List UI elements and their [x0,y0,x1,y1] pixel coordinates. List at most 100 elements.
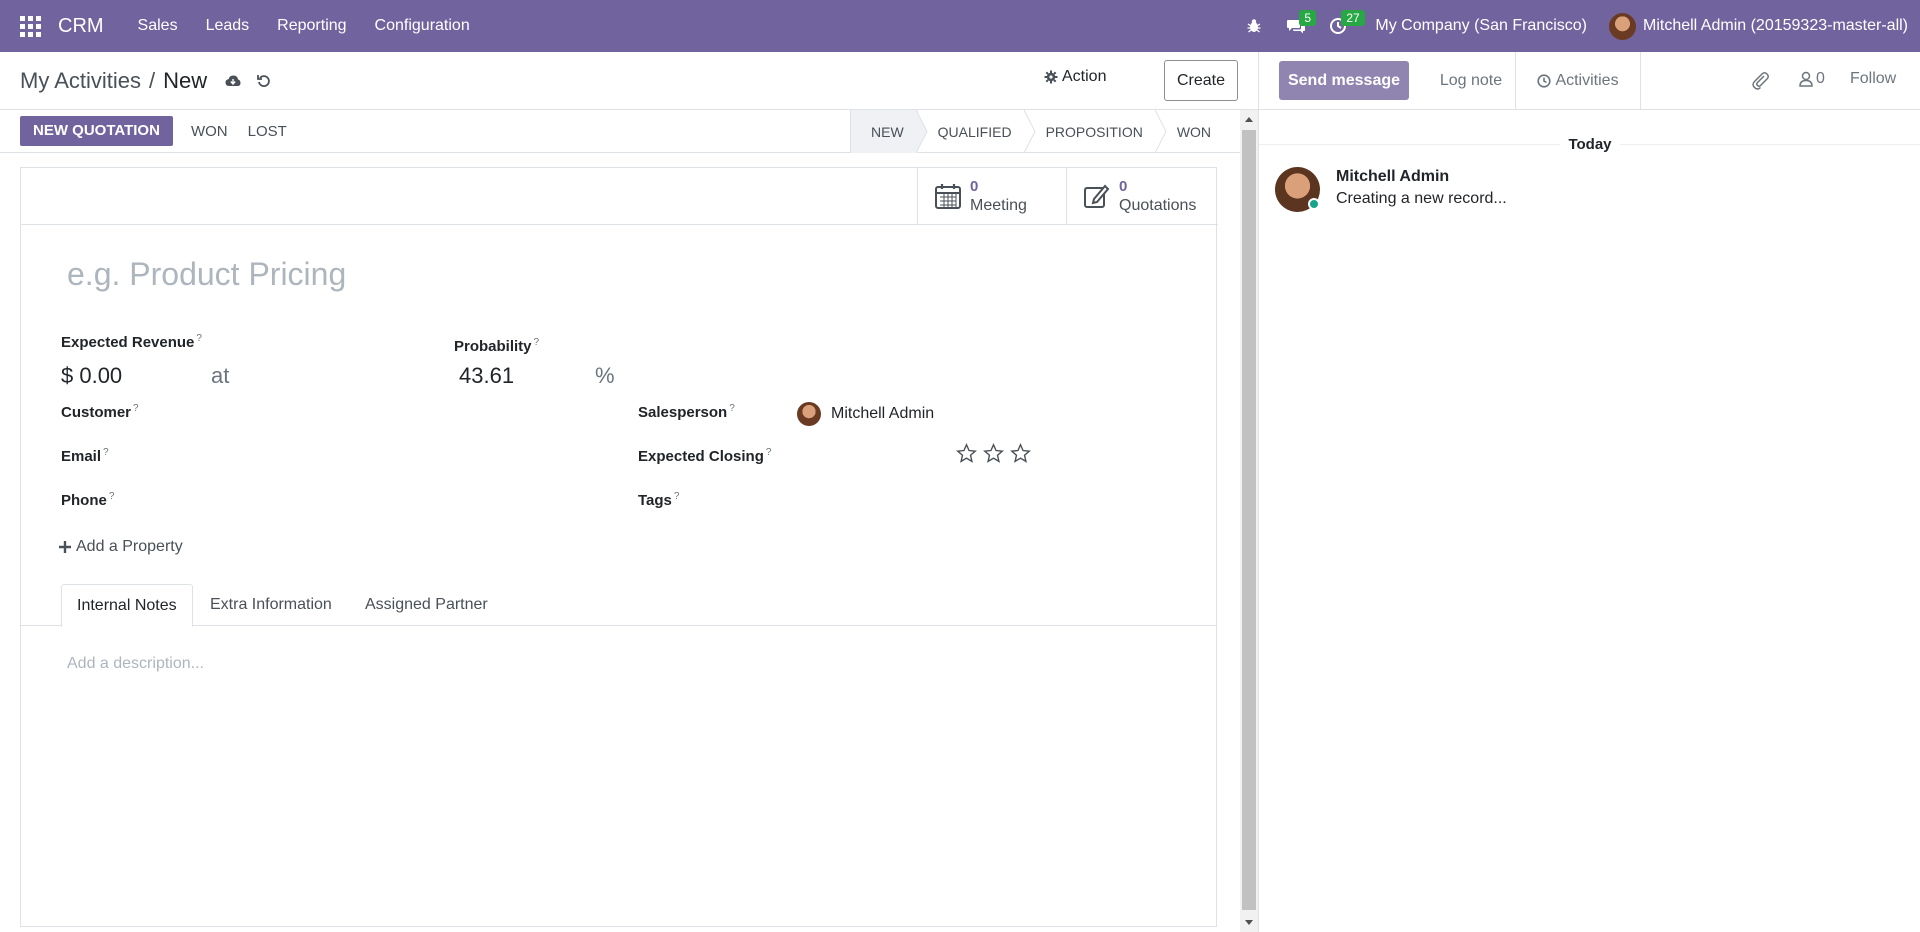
quotations-count: 0 [1119,178,1128,195]
clock-icon [1537,74,1552,88]
user-avatar [1609,12,1636,40]
breadcrumb-current: New [163,67,208,93]
email-label: Email? [61,447,109,465]
user-icon [1799,71,1813,87]
action-label: Action [1062,68,1107,85]
quotations-smart-button[interactable]: 0 Quotations [1067,168,1216,224]
debug-icon[interactable] [1233,0,1275,52]
top-navbar: CRM Sales Leads Reporting Configuration … [0,0,1920,52]
plus-icon [59,541,71,553]
form-scrollbar[interactable] [1240,110,1258,932]
lost-button[interactable]: LOST [246,123,289,140]
chatter-topbar: Send message Log note Activities 0 Follo… [1259,52,1920,110]
probability-input[interactable]: 43.61 [459,363,514,389]
stage-new-label: NEW [871,123,904,140]
salesperson-label: Salesperson? [638,403,735,421]
navbar-systray: 5 27 My Company (San Francisco) Mitchell… [1233,0,1920,52]
messages-icon[interactable]: 5 [1275,0,1317,52]
gear-icon [1044,70,1058,84]
scroll-down-icon[interactable] [1240,914,1258,932]
discard-undo-icon[interactable] [257,74,271,88]
smart-button-box: 0 Meeting 0 Quotations [917,168,1216,224]
online-status-icon [1308,198,1320,210]
expected-revenue-input[interactable]: $ 0.00 [61,363,122,389]
messages-badge: 5 [1299,10,1317,26]
probability-label: Probability? [454,337,540,355]
user-name: Mitchell Admin (20159323-master-all) [1643,17,1908,34]
message-author-avatar[interactable] [1275,167,1320,212]
breadcrumb-separator: / [149,67,156,93]
scroll-thumb[interactable] [1242,130,1256,910]
quotations-label: Quotations [1119,197,1197,214]
customer-label: Customer? [61,403,139,421]
description-input[interactable]: Add a description... [67,655,204,673]
tags-label: Tags? [638,491,680,509]
activities-clock-icon[interactable]: 27 [1317,0,1365,52]
stage-qualified-label: QUALIFIED [937,123,1012,140]
stage-qualified[interactable]: QUALIFIED [918,110,1036,153]
breadcrumb: My Activities / New [20,68,271,94]
menu-sales[interactable]: Sales [124,0,192,52]
control-panel: My Activities / New Action Create [0,52,1258,110]
scroll-up-icon[interactable] [1240,110,1258,128]
salesperson-avatar [797,402,821,426]
stage-proposition[interactable]: PROPOSITION [1026,110,1167,153]
salesperson-field[interactable]: Mitchell Admin [797,402,934,426]
phone-label: Phone? [61,491,115,509]
menu-configuration[interactable]: Configuration [361,0,484,52]
send-message-button[interactable]: Send message [1279,61,1409,100]
tab-extra-information[interactable]: Extra Information [195,584,347,626]
stage-proposition-label: PROPOSITION [1045,123,1143,140]
add-property-button[interactable]: Add a Property [59,538,183,556]
priority-star-icon[interactable] [1010,443,1031,464]
main-menu: Sales Leads Reporting Configuration [124,0,484,52]
action-menu-button[interactable]: Action [1044,68,1106,86]
expected-revenue-label: Expected Revenue? [61,333,202,351]
tab-internal-notes[interactable]: Internal Notes [61,584,193,627]
app-brand[interactable]: CRM [58,15,104,38]
form-sheet: 0 Meeting 0 Quotations e.g. Product Pric… [20,167,1218,927]
won-button[interactable]: WON [189,123,230,140]
followers-count: 0 [1816,70,1825,87]
activities-button[interactable]: Activities [1515,52,1641,110]
notebook-tabs: Internal Notes Extra Information Assigne… [21,584,1216,627]
company-switcher[interactable]: My Company (San Francisco) [1375,17,1587,35]
meeting-label: Meeting [970,197,1027,214]
menu-leads[interactable]: Leads [192,0,264,52]
meeting-count: 0 [970,178,979,195]
meeting-smart-button[interactable]: 0 Meeting [918,168,1067,224]
at-label: at [211,363,230,388]
stage-won-label: WON [1176,123,1212,140]
chatter-panel: Send message Log note Activities 0 Follo… [1258,52,1920,932]
log-note-button[interactable]: Log note [1429,52,1513,110]
percent-sign: % [595,363,615,388]
priority-star-icon[interactable] [983,443,1004,464]
save-cloud-icon[interactable] [225,74,241,88]
stage-won[interactable]: WON [1157,110,1225,153]
edit-document-icon [1084,184,1110,208]
activities-badge: 27 [1341,10,1365,26]
breadcrumb-parent[interactable]: My Activities [20,68,141,94]
new-quotation-button[interactable]: NEW QUOTATION [20,116,173,146]
menu-reporting[interactable]: Reporting [263,0,360,52]
activities-label: Activities [1555,72,1619,89]
user-menu[interactable]: Mitchell Admin (20159323-master-all) [1609,12,1908,40]
opportunity-name-input[interactable]: e.g. Product Pricing [67,256,346,293]
followers-button[interactable]: 0 [1799,70,1825,88]
date-separator: Today [1259,136,1920,153]
paperclip-icon[interactable] [1751,70,1769,95]
button-box-divider [21,224,1218,225]
apps-menu-icon[interactable] [0,0,60,52]
stage-pipeline: NEW QUALIFIED PROPOSITION WON [850,110,1225,153]
message-author[interactable]: Mitchell Admin [1336,167,1507,187]
add-property-label: Add a Property [76,538,183,555]
priority-stars [956,443,1031,464]
create-button[interactable]: Create [1164,60,1238,101]
status-bar: NEW QUOTATION WON LOST NEW QUALIFIED PRO… [0,110,1240,153]
follow-button[interactable]: Follow [1850,70,1896,88]
stage-new[interactable]: NEW [851,110,928,153]
salesperson-value: Mitchell Admin [831,405,935,422]
tab-assigned-partner[interactable]: Assigned Partner [350,584,503,626]
priority-star-icon[interactable] [956,443,977,464]
expected-closing-label: Expected Closing? [638,447,772,465]
